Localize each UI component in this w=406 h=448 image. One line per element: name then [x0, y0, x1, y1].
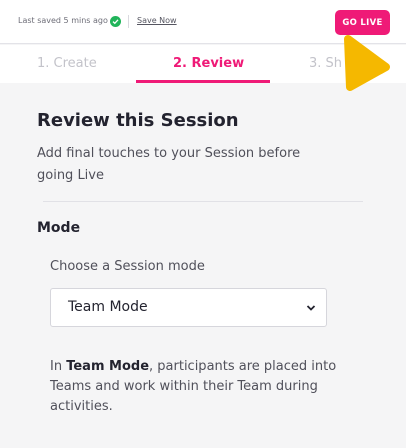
mode-description-prefix: In — [50, 359, 67, 374]
mode-description: In Team Mode, participants are placed in… — [50, 357, 350, 417]
tab-share[interactable]: 3. Sh — [309, 56, 342, 71]
tab-create[interactable]: 1. Create — [37, 56, 97, 71]
chevron-down-icon — [306, 305, 316, 311]
check-circle-icon — [110, 16, 121, 27]
mode-description-bold: Team Mode — [66, 359, 150, 374]
section-divider — [43, 201, 363, 202]
session-mode-select[interactable]: Team Mode — [50, 288, 327, 327]
page-subtitle: Add final touches to your Session before… — [37, 146, 301, 183]
mode-section-title: Mode — [37, 220, 81, 236]
review-panel: Review this Session Add final touches to… — [0, 83, 406, 448]
page-title: Review this Session — [37, 110, 239, 131]
save-now-link[interactable]: Save Now — [137, 16, 177, 25]
mode-select-label: Choose a Session mode — [50, 259, 205, 274]
tab-review[interactable]: 2. Review — [173, 56, 244, 71]
header-divider — [128, 15, 129, 28]
save-status-text: Last saved 5 mins ago — [18, 16, 108, 25]
session-mode-value: Team Mode — [68, 299, 148, 315]
go-live-button[interactable]: GO LIVE — [335, 10, 390, 35]
